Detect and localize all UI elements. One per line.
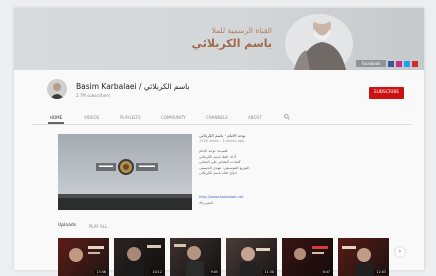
active-tab-indicator [48,122,64,124]
banner-links: Facebook [356,60,418,67]
featured-video-title[interactable]: نوحة الامام - باسم الكربلائي [199,133,246,138]
uploads-section-title[interactable]: Uploads [58,223,76,228]
channel-name: Basim Karbalaei / باسم الكربلائي [76,82,190,91]
facebook-icon[interactable] [388,60,394,67]
video-thumbnail[interactable]: 11:30 [226,238,277,276]
video-thumbnail[interactable]: 8:47 [282,238,333,276]
subscriber-count: 2.7M subscribers [76,93,111,98]
instagram-icon[interactable] [396,60,402,67]
channel-tabs: HOME VIDEOS PLAYLISTS COMMUNITY CHANNELS… [32,110,412,125]
banner-portrait-image [285,14,353,70]
featured-video-meta: 152K views · 3 weeks ago [199,139,245,143]
video-duration: 11:30 [263,270,275,274]
youtube-icon[interactable] [412,60,418,67]
tab-playlists[interactable]: PLAYLISTS [120,115,141,120]
search-icon[interactable] [284,114,290,120]
video-duration: 10:12 [151,270,163,274]
video-duration: 12:03 [375,270,387,274]
video-thumbnail[interactable]: 12:03 [338,238,389,276]
featured-video-description: قصيدة: نوحة الامام أداء: الملا باسم الكر… [199,149,249,177]
channel-banner: القناة الرسمية للملا باسم الكربلائي Face… [14,8,424,70]
carousel-next-button[interactable]: › [395,247,405,257]
twitter-icon[interactable] [404,60,410,67]
tab-channels[interactable]: CHANNELS [206,115,228,120]
video-duration: 9:05 [209,270,219,274]
hashtag-link[interactable]: #البصيرة [199,201,213,205]
video-duration: 13:46 [95,270,107,274]
tab-community[interactable]: COMMUNITY [161,115,186,120]
tab-about[interactable]: ABOUT [248,115,262,120]
tab-videos[interactable]: VIDEOS [84,115,99,120]
video-thumbnail[interactable]: 13:46 [58,238,109,276]
youtube-channel-page: القناة الرسمية للملا باسم الكربلائي Face… [14,8,424,276]
featured-video-player[interactable] [58,134,192,210]
banner-subtitle: القناة الرسمية للملا [211,26,272,35]
video-duration: 8:47 [321,270,331,274]
play-all-button[interactable]: PLAY ALL [89,224,107,229]
uploads-row: 13:46 10:12 9:05 11:30 8:47 12:03 [58,238,389,276]
video-thumbnail[interactable]: 9:05 [170,238,221,276]
tab-home[interactable]: HOME [50,115,62,120]
website-link[interactable]: http://www.karbalaei.net [199,195,243,199]
video-frame [58,134,192,210]
channel-avatar[interactable] [47,79,67,99]
video-thumbnail[interactable]: 10:12 [114,238,165,276]
description-line: انتاج: قناة باسم الكربلائي [199,171,237,176]
subscribe-button[interactable]: SUBSCRIBE [369,87,404,99]
banner-title: باسم الكربلائي [191,37,272,50]
banner-link[interactable]: Facebook [356,60,386,67]
